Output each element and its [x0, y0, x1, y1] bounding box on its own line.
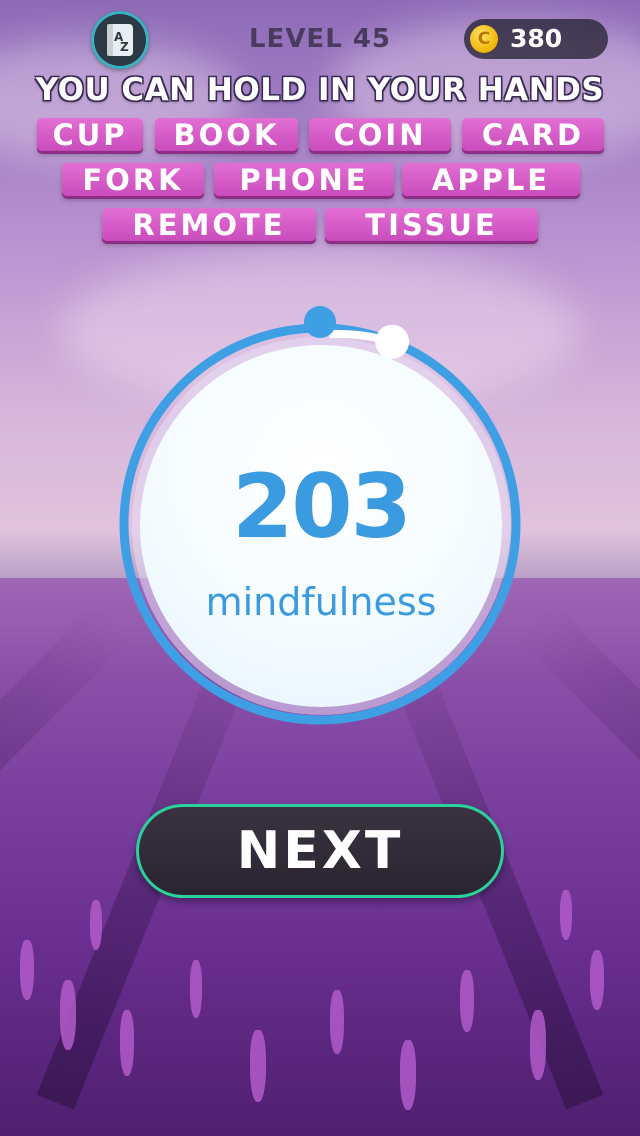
- level-indicator: LEVEL 45: [248, 24, 391, 54]
- lavender-bloom: [400, 1040, 416, 1110]
- word-tile: BOOK: [155, 118, 298, 152]
- lavender-bloom: [250, 1030, 266, 1102]
- word-tile: CARD: [462, 118, 604, 152]
- progress-start-marker: [304, 306, 336, 338]
- coin-icon: C: [470, 25, 498, 53]
- lavender-bloom: [120, 1010, 134, 1076]
- lavender-bloom: [190, 960, 202, 1018]
- lavender-bloom: [330, 990, 344, 1054]
- word-tile: TISSUE: [325, 208, 538, 242]
- progress-end-marker: [375, 324, 410, 359]
- word-tile: CUP: [37, 118, 143, 152]
- coin-count: 380: [510, 24, 563, 53]
- category-title: YOU CAN HOLD IN YOUR HANDS: [35, 72, 605, 108]
- lavender-bloom: [90, 900, 102, 950]
- lavender-bloom: [530, 1010, 546, 1080]
- word-tile: APPLE: [402, 163, 580, 197]
- word-tile: PHONE: [214, 163, 394, 197]
- dictionary-button[interactable]: A Z: [91, 11, 149, 69]
- az-dictionary-icon: A Z: [107, 24, 133, 56]
- lavender-bloom: [590, 950, 604, 1010]
- svg-text:Z: Z: [120, 40, 129, 54]
- word-tile: FORK: [62, 163, 204, 197]
- score-value: 203: [232, 455, 412, 558]
- word-tile: REMOTE: [102, 208, 316, 242]
- lavender-bloom: [20, 940, 34, 1000]
- score-label: mindfulness: [205, 580, 437, 624]
- lavender-bloom: [560, 890, 572, 940]
- lavender-bloom: [60, 980, 76, 1050]
- coin-balance[interactable]: C 380: [464, 19, 608, 59]
- word-tile: COIN: [309, 118, 451, 152]
- top-bar: A Z LEVEL 45 C 380: [0, 0, 640, 80]
- next-button[interactable]: NEXT: [136, 804, 504, 898]
- lavender-bloom: [460, 970, 474, 1032]
